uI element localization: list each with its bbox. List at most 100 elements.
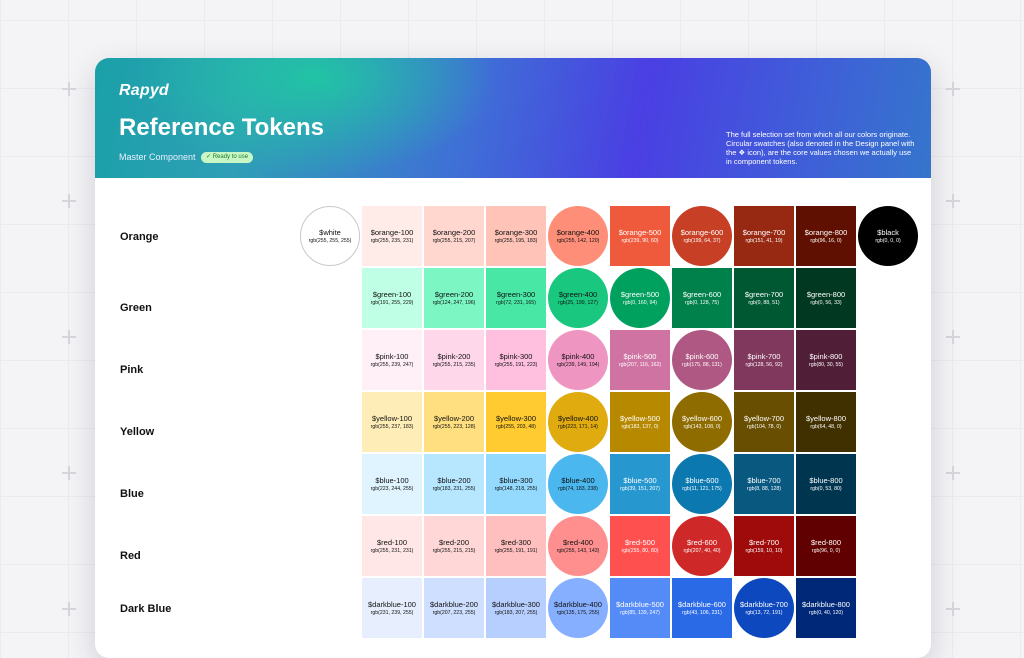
reference-tokens-card: Rapyd Reference Tokens Master Component … bbox=[95, 58, 931, 658]
color-swatch[interactable]: $orange-500 rgb(239, 90, 60) bbox=[610, 206, 670, 266]
swatch-token-name: $blue-500 bbox=[623, 475, 657, 485]
swatch-token-name: $green-500 bbox=[620, 289, 660, 299]
color-swatch[interactable]: $yellow-800 rgb(64, 48, 0) bbox=[796, 392, 856, 452]
swatch-token-name: $yellow-300 bbox=[495, 413, 537, 423]
color-swatch[interactable]: $pink-400 rgb(239, 149, 194) bbox=[548, 330, 608, 390]
color-swatch[interactable]: $darkblue-500 rgb(85, 139, 247) bbox=[610, 578, 670, 638]
color-swatch[interactable]: $blue-800 rgb(0, 53, 80) bbox=[796, 454, 856, 514]
color-swatch[interactable]: $red-700 rgb(159, 10, 10) bbox=[734, 516, 794, 576]
color-swatch[interactable]: $orange-300 rgb(255, 195, 183) bbox=[486, 206, 546, 266]
page-title: Reference Tokens bbox=[119, 114, 324, 141]
row-label: Green bbox=[120, 302, 152, 314]
swatch-token-name: $pink-100 bbox=[375, 351, 409, 361]
color-swatch[interactable]: $orange-200 rgb(255, 215, 207) bbox=[424, 206, 484, 266]
color-swatch[interactable]: $darkblue-100 rgb(231, 239, 255) bbox=[362, 578, 422, 638]
color-swatch[interactable]: $orange-700 rgb(151, 41, 19) bbox=[734, 206, 794, 266]
color-swatch[interactable]: $pink-500 rgb(207, 116, 162) bbox=[610, 330, 670, 390]
color-swatch[interactable]: $black rgb(0, 0, 0) bbox=[858, 206, 918, 266]
color-swatch[interactable]: $green-800 rgb(0, 56, 33) bbox=[796, 268, 856, 328]
color-swatch[interactable]: $yellow-600 rgb(143, 108, 0) bbox=[672, 392, 732, 452]
color-swatch[interactable]: $orange-600 rgb(199, 64, 37) bbox=[672, 206, 732, 266]
swatch-token-name: $darkblue-200 bbox=[430, 599, 478, 609]
color-swatch[interactable]: $orange-100 rgb(255, 235, 231) bbox=[362, 206, 422, 266]
color-swatch[interactable]: $green-200 rgb(124, 247, 196) bbox=[424, 268, 484, 328]
color-swatch[interactable]: $yellow-500 rgb(183, 137, 0) bbox=[610, 392, 670, 452]
row-label: Pink bbox=[120, 364, 144, 376]
color-swatch[interactable]: $yellow-300 rgb(255, 203, 48) bbox=[486, 392, 546, 452]
color-swatch[interactable]: $pink-700 rgb(128, 56, 92) bbox=[734, 330, 794, 390]
color-swatch[interactable]: $yellow-100 rgb(255, 237, 183) bbox=[362, 392, 422, 452]
color-swatch[interactable]: $green-100 rgb(191, 255, 229) bbox=[362, 268, 422, 328]
color-swatch[interactable]: $red-100 rgb(255, 231, 231) bbox=[362, 516, 422, 576]
color-swatch[interactable]: $green-300 rgb(72, 231, 165) bbox=[486, 268, 546, 328]
swatch-rgb-value: rgb(239, 149, 194) bbox=[556, 361, 600, 368]
color-swatch[interactable]: $darkblue-400 rgb(135, 175, 255) bbox=[548, 578, 608, 638]
color-swatch[interactable]: $red-600 rgb(207, 40, 40) bbox=[672, 516, 732, 576]
color-swatch[interactable]: $darkblue-700 rgb(13, 72, 191) bbox=[734, 578, 794, 638]
swatch-token-name: $yellow-500 bbox=[619, 413, 661, 423]
color-swatch[interactable]: $yellow-400 rgb(223, 171, 14) bbox=[548, 392, 608, 452]
color-swatch[interactable]: $pink-200 rgb(255, 215, 235) bbox=[424, 330, 484, 390]
color-swatch[interactable]: $blue-500 rgb(39, 151, 207) bbox=[610, 454, 670, 514]
swatch-token-name: $red-100 bbox=[376, 537, 408, 547]
color-swatch[interactable]: $blue-600 rgb(11, 121, 175) bbox=[672, 454, 732, 514]
swatch-rgb-value: rgb(74, 183, 238) bbox=[558, 485, 598, 492]
swatch-token-name: $yellow-700 bbox=[743, 413, 785, 423]
color-swatch[interactable]: $green-500 rgb(0, 160, 94) bbox=[610, 268, 670, 328]
color-swatch[interactable]: $blue-300 rgb(148, 218, 255) bbox=[486, 454, 546, 514]
swatch-rgb-value: rgb(104, 78, 0) bbox=[746, 423, 782, 430]
swatch-token-name: $orange-100 bbox=[370, 227, 414, 237]
swatch-token-name: $red-800 bbox=[810, 537, 842, 547]
grid-marker bbox=[62, 194, 76, 208]
swatch-rgb-value: rgb(255, 203, 48) bbox=[496, 423, 536, 430]
color-swatch[interactable]: $red-200 rgb(255, 215, 215) bbox=[424, 516, 484, 576]
color-swatch[interactable]: $yellow-200 rgb(255, 223, 128) bbox=[424, 392, 484, 452]
swatch-token-name: $blue-600 bbox=[685, 475, 719, 485]
swatch-token-name: $pink-500 bbox=[623, 351, 657, 361]
color-swatch[interactable]: $darkblue-800 rgb(0, 40, 120) bbox=[796, 578, 856, 638]
color-swatch[interactable]: $pink-100 rgb(255, 239, 247) bbox=[362, 330, 422, 390]
swatch-token-name: $blue-800 bbox=[809, 475, 843, 485]
swatch-rgb-value: rgb(0, 53, 80) bbox=[810, 485, 842, 492]
color-swatch[interactable]: $orange-400 rgb(255, 142, 120) bbox=[548, 206, 608, 266]
swatch-token-name: $pink-400 bbox=[561, 351, 595, 361]
color-swatch[interactable]: $darkblue-200 rgb(207, 223, 255) bbox=[424, 578, 484, 638]
color-swatch[interactable]: $pink-300 rgb(255, 191, 223) bbox=[486, 330, 546, 390]
swatch-token-name: $green-100 bbox=[372, 289, 412, 299]
color-swatch[interactable]: $darkblue-300 rgb(183, 207, 255) bbox=[486, 578, 546, 638]
color-swatch[interactable]: $blue-100 rgb(223, 244, 255) bbox=[362, 454, 422, 514]
color-swatch[interactable]: $pink-600 rgb(175, 88, 131) bbox=[672, 330, 732, 390]
color-swatch[interactable]: $green-400 rgb(25, 199, 127) bbox=[548, 268, 608, 328]
color-swatch[interactable]: $red-500 rgb(255, 80, 80) bbox=[610, 516, 670, 576]
swatch-token-name: $blue-700 bbox=[747, 475, 781, 485]
color-swatch[interactable]: $pink-800 rgb(80, 30, 55) bbox=[796, 330, 856, 390]
color-swatch[interactable]: $darkblue-600 rgb(43, 106, 231) bbox=[672, 578, 732, 638]
swatch-rgb-value: rgb(175, 88, 131) bbox=[682, 361, 722, 368]
color-swatch[interactable]: $red-300 rgb(255, 191, 191) bbox=[486, 516, 546, 576]
swatch-rgb-value: rgb(43, 106, 231) bbox=[682, 609, 722, 616]
swatch-rgb-value: rgb(255, 191, 223) bbox=[494, 361, 538, 368]
color-swatch[interactable]: $white rgb(255, 255, 255) bbox=[300, 206, 360, 266]
color-swatch[interactable]: $blue-400 rgb(74, 183, 238) bbox=[548, 454, 608, 514]
color-swatch[interactable]: $orange-800 rgb(96, 16, 0) bbox=[796, 206, 856, 266]
color-swatch[interactable]: $blue-200 rgb(183, 231, 255) bbox=[424, 454, 484, 514]
grid-marker bbox=[946, 466, 960, 480]
color-swatch[interactable]: $red-400 rgb(255, 143, 143) bbox=[548, 516, 608, 576]
swatch-rgb-value: rgb(183, 207, 255) bbox=[494, 609, 538, 616]
swatch-rgb-value: rgb(85, 139, 247) bbox=[620, 609, 660, 616]
swatch-token-name: $blue-200 bbox=[437, 475, 471, 485]
color-swatch[interactable]: $yellow-700 rgb(104, 78, 0) bbox=[734, 392, 794, 452]
swatch-token-name: $darkblue-500 bbox=[616, 599, 664, 609]
swatch-token-name: $yellow-400 bbox=[557, 413, 599, 423]
color-swatch[interactable]: $red-800 rgb(96, 0, 0) bbox=[796, 516, 856, 576]
swatch-rgb-value: rgb(25, 199, 127) bbox=[558, 299, 598, 306]
color-swatch[interactable]: $green-600 rgb(0, 128, 75) bbox=[672, 268, 732, 328]
color-swatch[interactable]: $blue-700 rgb(8, 88, 128) bbox=[734, 454, 794, 514]
swatch-rgb-value: rgb(151, 41, 19) bbox=[745, 237, 783, 244]
swatch-token-name: $pink-600 bbox=[685, 351, 719, 361]
swatch-rgb-value: rgb(183, 137, 0) bbox=[621, 423, 659, 430]
swatch-rgb-value: rgb(183, 231, 255) bbox=[432, 485, 476, 492]
status-badge: ✓ Ready to use bbox=[201, 152, 254, 163]
swatch-rgb-value: rgb(39, 151, 207) bbox=[620, 485, 660, 492]
color-swatch[interactable]: $green-700 rgb(0, 88, 51) bbox=[734, 268, 794, 328]
